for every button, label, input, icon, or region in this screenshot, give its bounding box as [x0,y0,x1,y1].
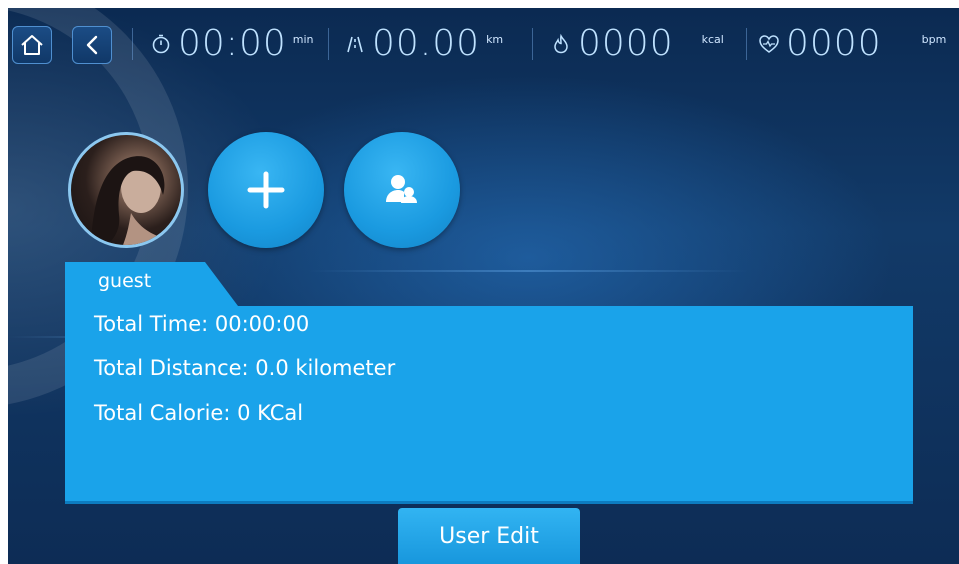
divider [132,28,133,60]
manage-users-button[interactable] [344,132,460,248]
calories-unit: kcal [701,32,724,46]
user-name-tab [65,262,241,310]
total-calorie-text: Total Calorie: 0 KCal [94,401,304,425]
heart-rate-stat: 0000 bpm [758,22,946,66]
stopwatch-icon [152,34,170,54]
plus-icon [247,171,285,209]
user-name-label: guest [98,270,152,292]
add-user-button[interactable] [208,132,324,248]
calories-value: 0000 [578,23,674,64]
divider [328,28,329,60]
road-icon [347,36,363,53]
total-distance-text: Total Distance: 0.0 kilometer [94,356,396,380]
user-avatar-guest[interactable] [68,132,184,248]
heart-rate-value: 0000 [786,23,882,64]
back-button[interactable] [72,26,112,64]
app-screen: 00:00 min 00.00 km 0000 kcal 0000 bpm gu… [8,8,959,564]
user-edit-button[interactable]: User Edit [398,508,580,564]
distance-stat: 00.00 km [344,22,503,66]
user-photo [91,156,167,245]
flame-icon [554,33,568,54]
distance-unit: km [486,32,504,46]
heart-pulse-icon [759,35,779,53]
time-value: 00:00 [178,23,287,64]
time-unit: min [292,32,314,46]
user-group-icon [386,175,417,203]
home-button[interactable] [12,26,52,64]
calories-stat: 0000 kcal [550,22,724,66]
background-streak [308,270,748,272]
home-icon [21,35,43,55]
heart-rate-unit: bpm [921,32,947,46]
divider [746,28,747,60]
total-time-text: Total Time: 00:00:00 [94,312,310,336]
distance-value: 00.00 [372,23,481,64]
chevron-left-icon [86,35,98,55]
divider [532,28,533,60]
top-status-bar: 00:00 min 00.00 km 0000 kcal 0000 bpm [8,8,959,80]
user-edit-label: User Edit [439,523,539,549]
time-stat: 00:00 min [150,22,314,66]
